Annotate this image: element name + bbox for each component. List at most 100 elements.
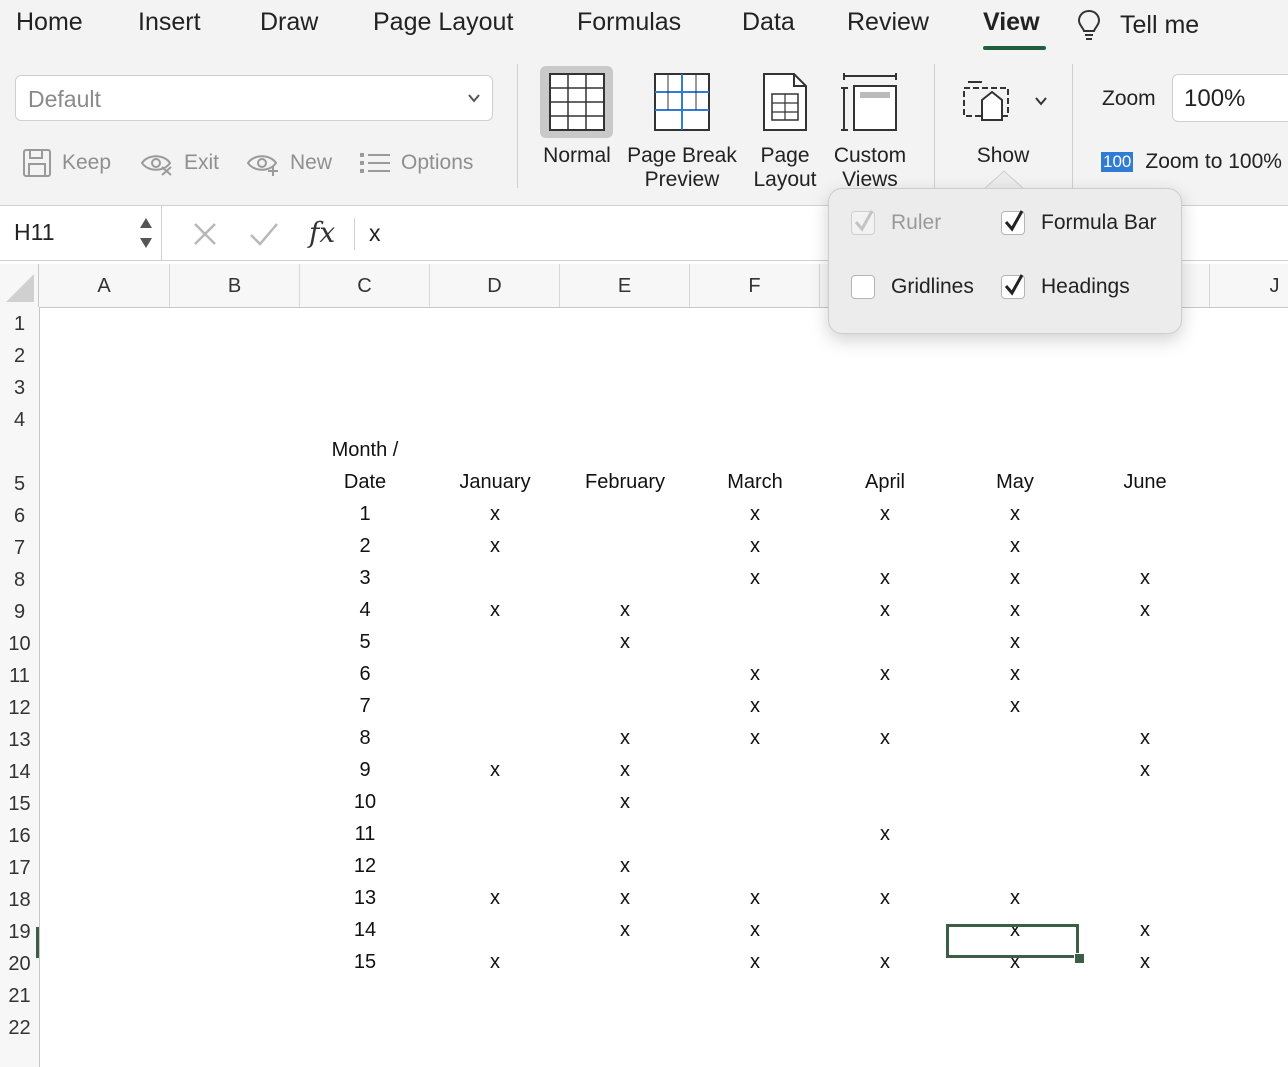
tab-draw[interactable]: Draw [260, 8, 318, 37]
date-cell[interactable]: 13 [300, 887, 430, 910]
custom-views-button[interactable]: Custom Views [826, 68, 914, 191]
mark-cell[interactable]: x [1080, 727, 1210, 750]
column-header[interactable]: C [300, 264, 430, 307]
date-cell[interactable]: 5 [300, 631, 430, 654]
mark-cell[interactable]: x [820, 887, 950, 910]
row-header[interactable]: 4 [0, 409, 39, 432]
formula-bar-checkbox[interactable] [1001, 210, 1025, 235]
date-cell[interactable]: 10 [300, 791, 430, 814]
column-header[interactable]: A [39, 264, 170, 307]
mark-cell[interactable]: x [430, 759, 560, 782]
date-cell[interactable]: 1 [300, 503, 430, 526]
date-cell[interactable]: 6 [300, 663, 430, 686]
mark-cell[interactable]: x [560, 791, 690, 814]
mark-cell[interactable]: x [950, 663, 1080, 686]
mark-cell[interactable]: x [560, 919, 690, 942]
mark-cell[interactable]: x [1080, 919, 1210, 942]
mark-cell[interactable]: x [690, 567, 820, 590]
month-header[interactable]: May [950, 471, 1080, 494]
zoom-input[interactable]: 100% [1172, 74, 1288, 122]
mark-cell[interactable]: x [1080, 567, 1210, 590]
mark-cell[interactable]: x [820, 599, 950, 622]
date-cell[interactable]: 8 [300, 727, 430, 750]
mark-cell[interactable]: x [690, 695, 820, 718]
mark-cell[interactable]: x [1080, 759, 1210, 782]
cancel-icon[interactable] [192, 221, 218, 247]
row-header[interactable]: 18 [0, 889, 39, 912]
tab-data[interactable]: Data [742, 8, 795, 37]
date-cell[interactable]: 7 [300, 695, 430, 718]
row-header[interactable]: 2 [0, 345, 39, 368]
show-button[interactable]: Show [950, 68, 1056, 178]
mark-cell[interactable]: x [560, 855, 690, 878]
row-header[interactable]: 17 [0, 857, 39, 880]
column-header[interactable]: J [1210, 264, 1288, 307]
date-cell[interactable]: 15 [300, 951, 430, 974]
row-header[interactable]: 19 [0, 921, 39, 944]
row-header[interactable]: 15 [0, 793, 39, 816]
mark-cell[interactable]: x [560, 631, 690, 654]
row-header[interactable]: 7 [0, 537, 39, 560]
exit-button[interactable]: Exit [140, 143, 219, 183]
date-cell[interactable]: 3 [300, 567, 430, 590]
mark-cell[interactable]: x [690, 535, 820, 558]
mark-cell[interactable]: x [1080, 599, 1210, 622]
row-header[interactable]: 21 [0, 985, 39, 1008]
month-header[interactable]: April [820, 471, 950, 494]
column-header[interactable]: E [560, 264, 690, 307]
month-header[interactable]: March [690, 471, 820, 494]
column-header[interactable]: F [690, 264, 820, 307]
mark-cell[interactable]: x [690, 919, 820, 942]
tab-home[interactable]: Home [16, 8, 83, 37]
gridlines-checkbox[interactable] [851, 275, 875, 299]
mark-cell[interactable]: x [950, 567, 1080, 590]
row-header[interactable]: 6 [0, 505, 39, 528]
date-cell[interactable]: 4 [300, 599, 430, 622]
row-header[interactable]: 22 [0, 1017, 39, 1040]
mark-cell[interactable]: x [560, 727, 690, 750]
mark-cell[interactable]: x [690, 951, 820, 974]
row-header[interactable]: 9 [0, 601, 39, 624]
mark-cell[interactable]: x [820, 503, 950, 526]
mark-cell[interactable]: x [820, 951, 950, 974]
mark-cell[interactable]: x [950, 503, 1080, 526]
mark-cell[interactable]: x [560, 599, 690, 622]
row-header[interactable]: 20 [0, 953, 39, 976]
page-layout-view-button[interactable]: Page Layout [748, 68, 822, 191]
fx-icon[interactable]: fx [309, 216, 335, 249]
month-date-header-line2[interactable]: Date [300, 471, 430, 494]
mark-cell[interactable]: x [690, 663, 820, 686]
mark-cell[interactable]: x [820, 727, 950, 750]
confirm-check-icon[interactable] [249, 221, 279, 247]
row-header[interactable]: 5 [0, 473, 39, 496]
row-header[interactable]: 14 [0, 761, 39, 784]
row-header[interactable]: 12 [0, 697, 39, 720]
mark-cell[interactable]: x [820, 567, 950, 590]
month-header[interactable]: January [430, 471, 560, 494]
mark-cell[interactable]: x [820, 663, 950, 686]
month-date-header-line1[interactable]: Month / [300, 439, 430, 462]
mark-cell[interactable]: x [430, 887, 560, 910]
mark-cell[interactable]: x [950, 535, 1080, 558]
new-button[interactable]: New [246, 143, 332, 183]
column-header[interactable]: D [430, 264, 560, 307]
row-header[interactable]: 10 [0, 633, 39, 656]
sheet-view-select[interactable]: Default [15, 75, 493, 121]
headings-checkbox[interactable] [1001, 274, 1025, 299]
zoom-to-100-button[interactable]: 100 Zoom to 100% [1101, 150, 1282, 174]
row-header[interactable]: 8 [0, 569, 39, 592]
tab-page-layout[interactable]: Page Layout [373, 8, 513, 37]
headings-option[interactable]: Headings [1001, 274, 1130, 299]
mark-cell[interactable]: x [430, 535, 560, 558]
select-all-corner-icon[interactable] [0, 264, 39, 307]
formula-input[interactable]: x [369, 220, 381, 247]
name-box-stepper-icon[interactable] [138, 215, 154, 251]
mark-cell[interactable]: x [690, 887, 820, 910]
tell-me[interactable]: Tell me [1076, 8, 1199, 42]
selected-cell[interactable] [946, 924, 1079, 958]
mark-cell[interactable]: x [430, 599, 560, 622]
mark-cell[interactable]: x [1080, 951, 1210, 974]
tab-formulas[interactable]: Formulas [577, 8, 681, 37]
mark-cell[interactable]: x [430, 503, 560, 526]
normal-view-button[interactable]: Normal [534, 68, 620, 188]
